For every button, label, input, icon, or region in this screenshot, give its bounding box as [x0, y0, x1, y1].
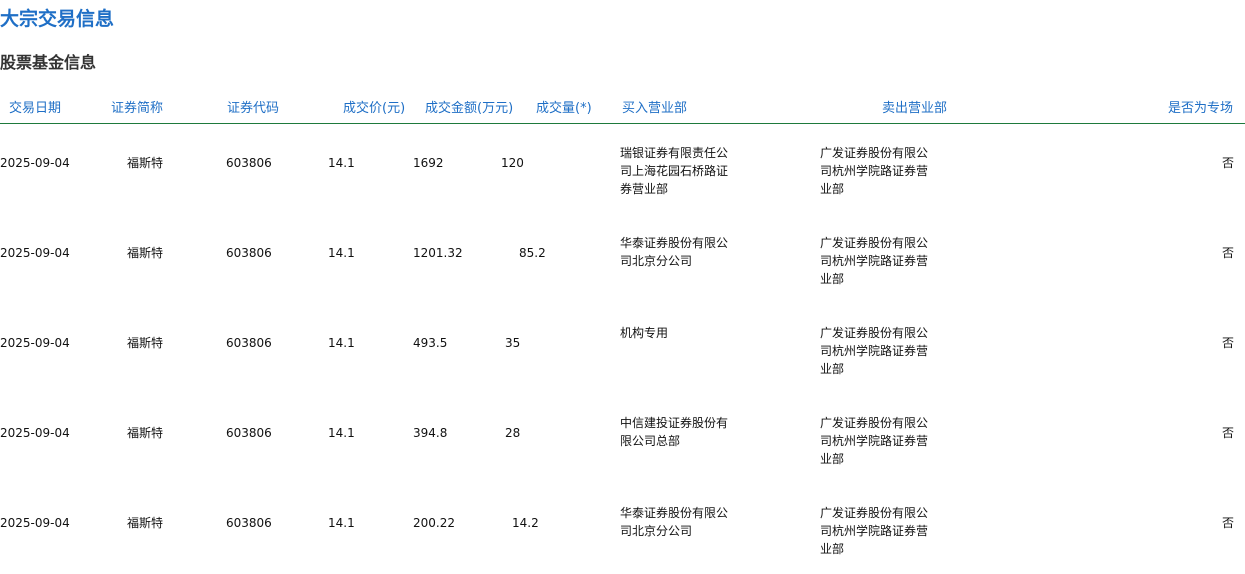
- cell-special: 否: [1222, 336, 1235, 350]
- cell-seller: 广发证券股份有限公司杭州学院路证券营业部: [820, 146, 929, 196]
- cell-price: 14.1: [328, 156, 355, 170]
- cell-buyer: 华泰证券股份有限公司北京分公司: [620, 236, 729, 268]
- cell-seller: 广发证券股份有限公司杭州学院路证券营业部: [820, 326, 929, 376]
- cell-buyer: 瑞银证券有限责任公司上海花园石桥路证券营业部: [620, 146, 729, 196]
- cell-price: 14.1: [328, 336, 355, 350]
- cell-price: 14.1: [328, 426, 355, 440]
- column-header-seller[interactable]: 卖出营业部: [882, 97, 947, 116]
- cell-buyer: 中信建投证券股份有限公司总部: [620, 416, 729, 448]
- cell-volume: 85.2: [519, 246, 546, 260]
- cell-amount: 394.8: [413, 426, 448, 440]
- cell-security-name[interactable]: 福斯特: [127, 154, 163, 172]
- column-header-amount[interactable]: 成交金额(万元): [425, 97, 513, 116]
- cell-security-name[interactable]: 福斯特: [127, 244, 163, 262]
- table-row: 2025-09-04 福斯特 603806 14.1 200.22 14.2 华…: [0, 484, 1245, 574]
- cell-volume: 28: [505, 426, 521, 440]
- table-header: 交易日期 证券简称 证券代码 成交价(元) 成交金额(万元) 成交量(*) 买入…: [0, 90, 1245, 124]
- cell-trade-date: 2025-09-04: [0, 336, 70, 350]
- cell-seller: 广发证券股份有限公司杭州学院路证券营业部: [820, 416, 929, 466]
- table-row: 2025-09-04 福斯特 603806 14.1 394.8 28 中信建投…: [0, 394, 1245, 484]
- cell-price: 14.1: [328, 516, 355, 530]
- column-header-security-code[interactable]: 证券代码: [227, 97, 279, 116]
- cell-volume: 120: [501, 156, 524, 170]
- table-row: 2025-09-04 福斯特 603806 14.1 1692 120 瑞银证券…: [0, 124, 1245, 214]
- cell-security-code[interactable]: 603806: [226, 424, 272, 442]
- column-header-buyer[interactable]: 买入营业部: [622, 97, 687, 116]
- column-header-security-name[interactable]: 证券简称: [111, 97, 163, 116]
- column-header-trade-date[interactable]: 交易日期: [9, 97, 61, 116]
- cell-price: 14.1: [328, 246, 355, 260]
- section-title: 股票基金信息: [0, 53, 97, 72]
- cell-buyer: 机构专用: [620, 326, 669, 340]
- cell-security-code[interactable]: 603806: [226, 244, 272, 262]
- cell-trade-date: 2025-09-04: [0, 246, 70, 260]
- cell-buyer: 华泰证券股份有限公司北京分公司: [620, 506, 729, 538]
- cell-seller: 广发证券股份有限公司杭州学院路证券营业部: [820, 236, 929, 286]
- table-row: 2025-09-04 福斯特 603806 14.1 493.5 35 机构专用…: [0, 304, 1245, 394]
- cell-trade-date: 2025-09-04: [0, 156, 70, 170]
- column-header-price[interactable]: 成交价(元): [343, 97, 405, 116]
- cell-volume: 35: [505, 336, 521, 350]
- cell-amount: 1201.32: [413, 246, 463, 260]
- cell-special: 否: [1222, 156, 1235, 170]
- cell-amount: 493.5: [413, 336, 448, 350]
- cell-security-code[interactable]: 603806: [226, 334, 272, 352]
- cell-amount: 1692: [413, 156, 444, 170]
- cell-security-code[interactable]: 603806: [226, 514, 272, 532]
- cell-amount: 200.22: [413, 516, 455, 530]
- cell-special: 否: [1222, 426, 1235, 440]
- cell-volume: 14.2: [512, 516, 539, 530]
- column-header-volume[interactable]: 成交量(*): [536, 97, 592, 116]
- cell-trade-date: 2025-09-04: [0, 426, 70, 440]
- cell-trade-date: 2025-09-04: [0, 516, 70, 530]
- table-row: 2025-09-04 福斯特 603806 14.1 1201.32 85.2 …: [0, 214, 1245, 304]
- column-header-special[interactable]: 是否为专场: [1168, 97, 1233, 116]
- cell-security-name[interactable]: 福斯特: [127, 514, 163, 532]
- cell-seller: 广发证券股份有限公司杭州学院路证券营业部: [820, 506, 929, 556]
- cell-security-code[interactable]: 603806: [226, 154, 272, 172]
- cell-special: 否: [1222, 246, 1235, 260]
- page-title: 大宗交易信息: [0, 8, 115, 30]
- cell-special: 否: [1222, 516, 1235, 530]
- cell-security-name[interactable]: 福斯特: [127, 334, 163, 352]
- cell-security-name[interactable]: 福斯特: [127, 424, 163, 442]
